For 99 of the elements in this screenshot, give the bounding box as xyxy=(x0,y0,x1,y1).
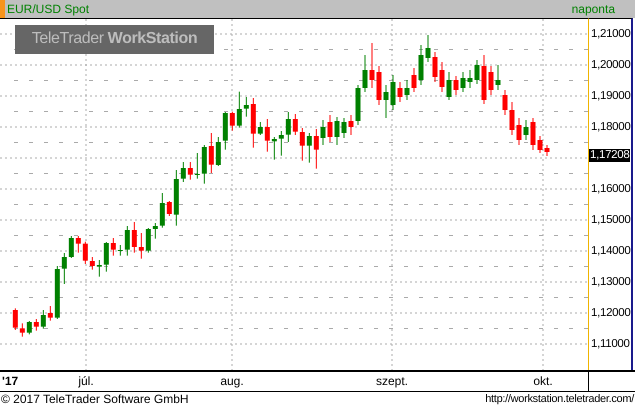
copyright-text: © 2017 TeleTrader Software GmbH xyxy=(1,392,189,406)
candlestick xyxy=(124,225,130,256)
candlestick xyxy=(314,128,319,169)
candlestick xyxy=(488,65,494,96)
candlestick xyxy=(174,169,179,226)
candlestick xyxy=(118,244,123,256)
candlestick xyxy=(12,307,18,330)
candlestick xyxy=(306,132,312,163)
candlestick xyxy=(356,84,360,126)
candlestick xyxy=(250,97,256,148)
candlestick xyxy=(544,144,550,156)
candlestick xyxy=(222,111,228,150)
candlestick xyxy=(320,119,326,146)
candlestick xyxy=(236,90,242,128)
candlestick xyxy=(348,114,354,136)
candlestick xyxy=(180,161,186,182)
candlestick xyxy=(516,117,522,146)
candlestick xyxy=(328,114,332,142)
last-price-tag: 1,17208 xyxy=(589,148,630,162)
symbol-label: EUR/USD Spot xyxy=(7,2,90,16)
candlestick xyxy=(376,65,382,106)
candlestick xyxy=(404,79,410,100)
candlestick xyxy=(390,74,396,110)
candlestick xyxy=(412,67,416,92)
candlestick xyxy=(54,265,60,320)
candlestick xyxy=(34,318,39,331)
candlestick xyxy=(426,34,430,62)
candlestick xyxy=(166,200,172,216)
month-label: szept. xyxy=(376,374,408,388)
candlestick xyxy=(538,135,542,154)
candlestick xyxy=(216,136,221,166)
candlestick xyxy=(40,309,46,329)
candlestick xyxy=(160,192,165,228)
candlestick xyxy=(26,320,32,334)
month-label: aug. xyxy=(220,374,244,388)
website-link[interactable]: http://workstation.teletrader.com/ xyxy=(485,393,634,405)
candlestick xyxy=(132,221,137,253)
candlestick xyxy=(468,69,472,88)
candlestick xyxy=(62,252,67,284)
candlestick xyxy=(342,117,346,138)
candlestick xyxy=(138,232,144,259)
price-tick-label: 1,18000 xyxy=(590,120,631,135)
candlestick xyxy=(496,64,500,90)
candlestick xyxy=(482,54,486,104)
candlestick xyxy=(300,127,305,161)
interval-label: naponta xyxy=(572,2,615,16)
candlestick xyxy=(48,305,53,321)
candlestick xyxy=(440,61,444,92)
candlestick xyxy=(510,101,514,136)
candlestick xyxy=(446,71,452,100)
price-tick-label: 1,21000 xyxy=(590,26,631,42)
candlestick xyxy=(152,222,158,239)
candlestick xyxy=(418,44,424,86)
candlestick xyxy=(334,116,340,146)
price-tick-label: 1,20000 xyxy=(590,58,631,73)
candlestick xyxy=(530,117,536,150)
candlestick xyxy=(278,130,284,156)
candlestick xyxy=(370,42,374,88)
candlestick xyxy=(68,235,74,258)
candlestick xyxy=(208,132,214,174)
candlestick xyxy=(104,241,109,272)
candlestick xyxy=(286,111,291,142)
month-label: júl. xyxy=(78,374,94,388)
price-tick-label: 1,11000 xyxy=(590,336,631,352)
candlestick xyxy=(230,110,235,131)
logo-text: TeleTrader xyxy=(32,30,104,48)
candlestick xyxy=(292,113,298,136)
price-tick-label: 1,14000 xyxy=(590,244,631,259)
candlestick xyxy=(76,235,81,253)
candlestick xyxy=(384,84,388,118)
price-tick-label: 1,13000 xyxy=(590,274,631,290)
candlestick xyxy=(110,237,116,256)
candlestick xyxy=(202,144,207,184)
candlestick xyxy=(454,75,458,96)
candlestick xyxy=(502,89,508,116)
candlestick xyxy=(90,256,95,270)
candlestick xyxy=(244,96,249,117)
candlestick xyxy=(432,51,438,82)
candlestick xyxy=(258,121,263,136)
logo-text: WorkStation xyxy=(108,30,198,48)
price-tick-label: 1,16000 xyxy=(590,182,631,197)
candlestick xyxy=(82,240,88,264)
price-tick-label: 1,12000 xyxy=(590,306,631,321)
candlestick xyxy=(188,161,193,180)
candlestick xyxy=(194,152,200,179)
price-tick-label: 1,19000 xyxy=(590,88,631,104)
price-tick-label: 1,15000 xyxy=(590,212,631,228)
candlestick xyxy=(524,119,528,140)
candlestick xyxy=(146,227,151,253)
candlestick xyxy=(20,322,25,337)
candlestick xyxy=(96,259,102,277)
year-label: '17 xyxy=(2,374,18,388)
candlestick xyxy=(474,59,480,84)
candlestick xyxy=(272,136,277,160)
candlestick xyxy=(362,54,368,92)
candlestick xyxy=(460,71,466,92)
candlestick xyxy=(398,81,402,102)
month-label: okt. xyxy=(533,374,553,388)
candlestick xyxy=(264,118,270,152)
